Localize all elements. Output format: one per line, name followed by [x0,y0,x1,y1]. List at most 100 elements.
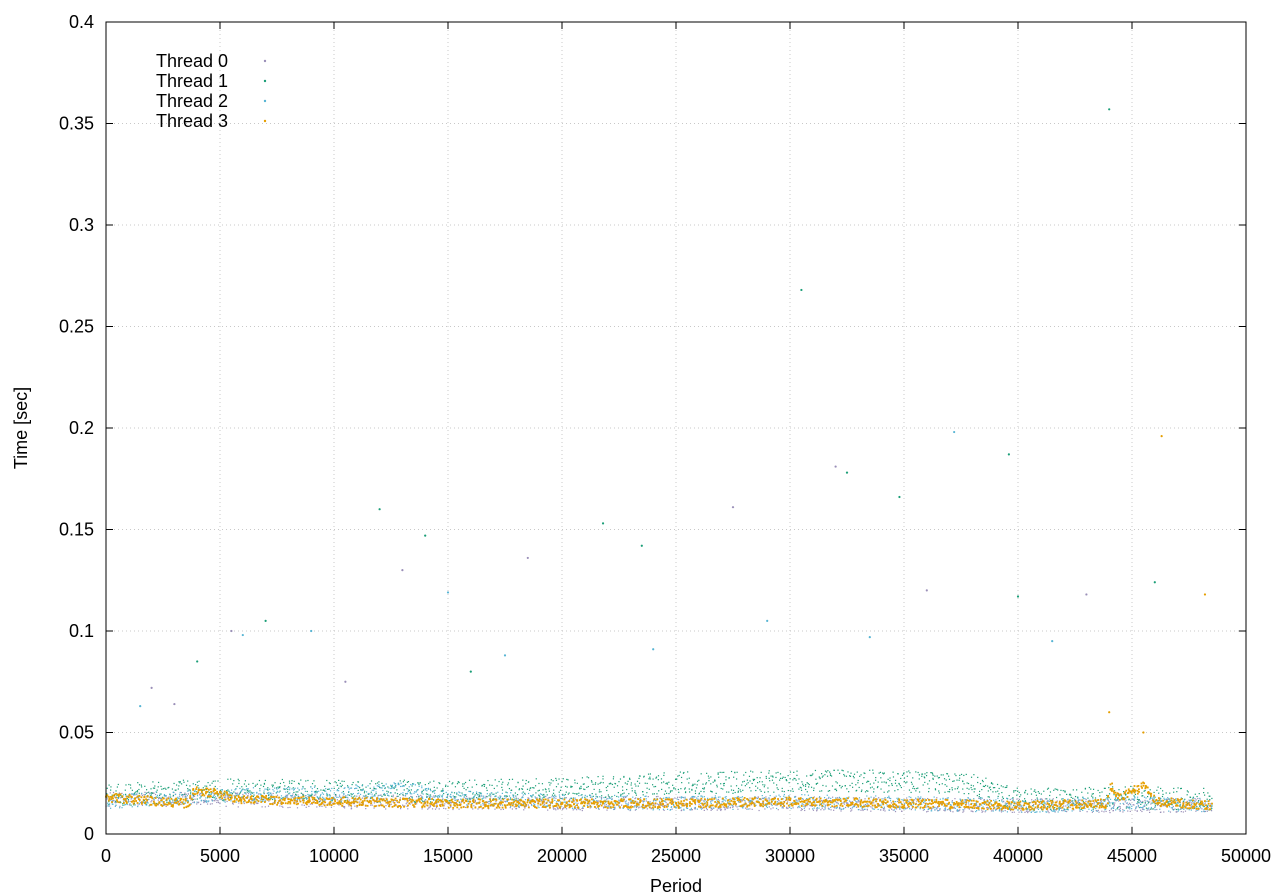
data-point [361,797,364,799]
data-point [136,795,139,798]
data-point [625,800,627,802]
data-point [918,774,920,776]
data-point [830,775,833,777]
data-point [230,789,233,791]
data-point [355,787,357,789]
data-point [119,793,122,796]
data-point [553,789,555,791]
data-point [1013,804,1015,807]
data-point [909,799,911,801]
data-point [606,800,608,802]
data-point [1052,798,1054,800]
data-point [970,784,972,786]
data-point [949,804,952,806]
data-point [1008,794,1010,797]
data-point [404,784,407,786]
data-point [1039,798,1041,801]
data-point [823,809,825,811]
data-point [835,781,837,783]
data-point [862,809,864,812]
data-point [1078,799,1080,801]
data-point [323,803,325,805]
data-point [550,779,552,781]
data-point [624,801,626,803]
data-point [239,792,241,794]
data-point [1128,802,1131,804]
data-point [414,801,417,803]
data-point [662,808,665,810]
data-point [934,809,936,811]
data-point [214,780,216,782]
data-point [192,801,194,804]
data-point [1147,803,1149,805]
data-point [747,782,749,784]
data-point [944,791,946,793]
data-point [138,784,141,786]
data-point [831,785,834,787]
data-point [760,790,762,792]
data-point [427,788,429,790]
data-point [995,799,997,801]
data-point [555,786,558,788]
data-point [182,796,184,798]
data-point [1012,798,1014,800]
data-point [620,793,622,796]
data-point [1173,791,1175,793]
data-point [655,796,658,798]
data-point [1105,808,1107,810]
data-point [1169,792,1171,794]
data-point [501,786,503,789]
data-point [416,790,418,792]
data-point [807,794,810,796]
data-point [130,793,133,795]
data-point [110,789,112,791]
data-point [1004,786,1006,789]
data-point [1038,792,1040,794]
data-point [324,799,326,801]
data-point [291,795,293,797]
data-point [694,792,697,795]
data-point [903,780,905,783]
data-point [506,792,508,794]
data-point [1159,808,1161,810]
data-point [720,787,722,790]
data-point [319,795,322,797]
data-point [237,778,239,780]
data-point [882,809,885,811]
data-point [1011,798,1013,800]
data-point [661,782,663,784]
data-point [636,780,639,782]
data-point [374,794,376,796]
data-point [893,809,896,811]
data-point [1178,809,1180,811]
data-point [184,793,186,795]
data-point [150,793,152,795]
data-point [850,810,852,812]
data-point [928,787,930,790]
data-point [236,785,238,788]
data-point [613,786,615,788]
data-point [145,804,147,806]
data-point [1180,787,1182,790]
data-point [511,778,514,780]
data-point [144,793,146,796]
data-point [993,799,995,801]
data-point [203,800,205,802]
data-point [1037,791,1039,793]
data-point [402,792,404,794]
data-point [746,808,748,810]
data-point [391,795,393,797]
data-point [803,805,805,807]
data-point [646,787,648,789]
data-point [846,788,848,790]
data-point [662,805,664,807]
data-point [1032,810,1034,812]
data-point [749,780,751,782]
data-point [281,778,283,781]
data-point [123,802,125,804]
data-point [1041,798,1043,800]
data-point [667,805,669,807]
data-point [632,796,634,798]
data-point [1013,808,1016,810]
data-point [973,798,975,800]
